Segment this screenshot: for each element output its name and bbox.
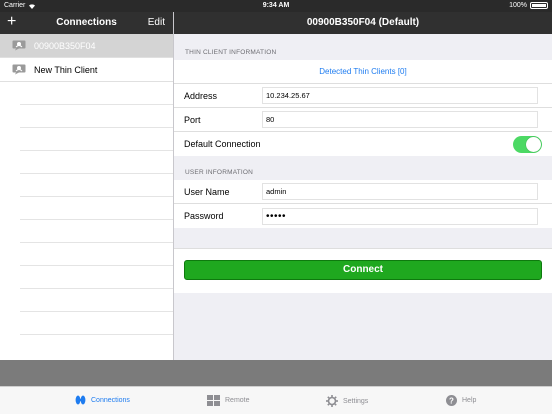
sidebar-navbar: + Connections Edit — [0, 12, 173, 34]
empty-row — [20, 82, 173, 105]
empty-row — [20, 243, 173, 266]
tab-help[interactable]: ? Help — [446, 395, 476, 406]
battery-icon — [530, 2, 548, 9]
address-row: Address — [174, 84, 552, 108]
empty-row — [20, 289, 173, 312]
section-header-thin-client: THIN CLIENT INFORMATION — [185, 49, 277, 56]
username-label: User Name — [184, 186, 230, 197]
detail-pane: THIN CLIENT INFORMATION Detected Thin Cl… — [174, 34, 552, 360]
empty-row — [20, 151, 173, 174]
remote-icon — [207, 395, 220, 406]
edit-button[interactable]: Edit — [148, 17, 165, 28]
password-row: Password — [174, 204, 552, 228]
thin-client-icon — [12, 40, 26, 51]
default-connection-toggle[interactable] — [513, 135, 542, 153]
detail-navbar: 00900B350F04 (Default) — [174, 12, 552, 34]
tab-label: Connections — [91, 396, 130, 404]
tab-label: Settings — [343, 397, 369, 405]
user-group: User Name Password — [174, 180, 552, 228]
connection-label: 00900B350F04 — [34, 40, 96, 51]
connect-button[interactable]: Connect — [184, 260, 542, 280]
connect-area: Connect — [174, 248, 552, 293]
default-connection-label: Default Connection — [184, 139, 261, 149]
password-input[interactable] — [262, 207, 538, 225]
default-connection-row: Default Connection — [174, 132, 552, 156]
thin-client-icon — [12, 64, 26, 75]
detected-thin-clients-link[interactable]: Detected Thin Clients [0] — [174, 60, 552, 84]
empty-row — [20, 312, 173, 335]
tab-label: Remote — [225, 397, 250, 404]
empty-row — [20, 266, 173, 289]
empty-row — [20, 174, 173, 197]
port-row: Port — [174, 108, 552, 132]
battery-indicator: 100% — [509, 2, 548, 9]
username-row: User Name — [174, 180, 552, 204]
username-input[interactable] — [262, 183, 538, 200]
connection-item-new-thin-client[interactable]: New Thin Client — [0, 58, 173, 82]
status-time: 9:34 AM — [262, 2, 290, 9]
bottom-band — [0, 360, 552, 386]
tab-remote[interactable]: Remote — [207, 395, 250, 406]
port-label: Port — [184, 114, 201, 125]
password-label: Password — [184, 211, 224, 221]
empty-row — [20, 105, 173, 128]
tab-label: Help — [462, 397, 477, 404]
tab-settings[interactable]: Settings — [326, 395, 368, 407]
tab-connections[interactable]: Connections — [75, 395, 130, 405]
connections-icon — [75, 395, 86, 405]
connections-list: 00900B350F04 New Thin Client — [0, 34, 173, 360]
address-input[interactable] — [262, 87, 538, 104]
settings-gear-icon — [326, 395, 338, 407]
port-input[interactable] — [262, 111, 538, 128]
tab-bar: Connections Remote Settings ? Help — [0, 386, 552, 414]
empty-row — [20, 197, 173, 220]
svg-text:?: ? — [449, 397, 454, 406]
status-bar: Carrier 9:34 AM 100% — [0, 0, 552, 12]
empty-row — [20, 128, 173, 151]
help-icon: ? — [446, 395, 457, 406]
address-label: Address — [184, 90, 218, 101]
detail-title: 00900B350F04 (Default) — [306, 17, 420, 28]
thin-client-group: Detected Thin Clients [0] Address Port D… — [174, 60, 552, 156]
connection-label: New Thin Client — [34, 64, 98, 75]
section-header-user: USER INFORMATION — [185, 169, 254, 176]
battery-percent: 100% — [509, 2, 527, 9]
empty-row — [20, 220, 173, 243]
connection-item-00900b350f04[interactable]: 00900B350F04 — [0, 34, 173, 58]
